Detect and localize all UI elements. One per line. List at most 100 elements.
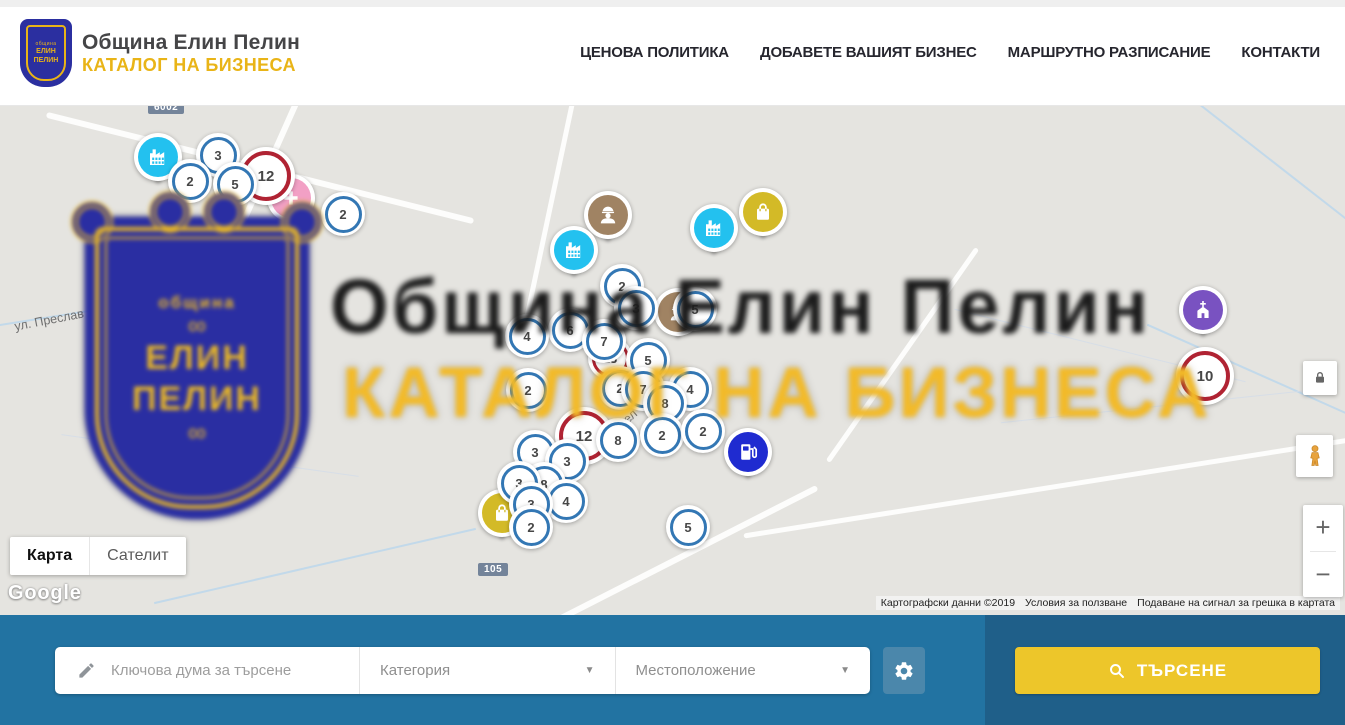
cluster-count: 3 [214, 148, 221, 163]
cluster-count: 5 [691, 302, 698, 317]
advanced-settings-button[interactable] [883, 647, 925, 694]
cluster-count: 5 [644, 353, 651, 368]
map-cluster-marker[interactable]: 2 [168, 159, 212, 203]
search-button-label: ТЪРСЕНЕ [1137, 661, 1227, 681]
map-cluster-marker[interactable]: 2 [640, 413, 684, 457]
cluster-count: 8 [614, 433, 621, 448]
map-cluster-marker[interactable]: 5 [673, 287, 717, 331]
chevron-down-icon: ▼ [585, 665, 595, 676]
pin-head [724, 428, 772, 476]
map-cluster-marker[interactable]: 8 [596, 418, 640, 462]
map-type-tabs: Карта Сателит [10, 537, 186, 575]
nav-add-business[interactable]: ДОБАВЕТЕ ВАШИЯТ БИЗНЕС [760, 44, 977, 61]
nav-contacts[interactable]: КОНТАКТИ [1241, 44, 1320, 61]
nav-pricing[interactable]: ЦЕНОВА ПОЛИТИКА [580, 44, 729, 61]
map-stream [154, 528, 476, 604]
map-cluster-marker[interactable]: 10 [1176, 347, 1234, 405]
street-label: ул. Преслав [13, 306, 85, 333]
map-canvas[interactable]: 6002 ул. Преслав бул. „Новосел 105 61372… [0, 105, 1345, 615]
pin-head [550, 226, 598, 274]
chevron-down-icon: ▼ [840, 665, 850, 676]
map-stream [1113, 105, 1345, 235]
map-cluster-marker[interactable]: 5 [213, 162, 257, 206]
location-select-label: Местоположение [636, 662, 756, 679]
lock-button[interactable] [1303, 361, 1337, 395]
site-subtitle: КАТАЛОГ НА БИЗНЕСА [82, 55, 300, 76]
road-shield: 105 [478, 563, 508, 576]
crest-top-text: община [35, 41, 56, 47]
cluster-count: 7 [600, 334, 607, 349]
category-select[interactable]: Категория ▼ [360, 647, 616, 694]
watermark-ornament: ∞ [188, 315, 207, 336]
cluster-count: 10 [1197, 368, 1214, 385]
tab-map[interactable]: Карта [10, 537, 89, 575]
pencil-icon [77, 661, 96, 680]
watermark-crest: община ∞ ЕЛИН ПЕЛИН ∞ [85, 217, 309, 519]
watermark-crest-name: ЕЛИН ПЕЛИН [132, 338, 262, 420]
factory-icon [694, 208, 734, 248]
map-road [826, 247, 979, 463]
map-cluster-marker[interactable]: 2 [509, 505, 553, 549]
map-cluster-marker[interactable]: 2 [321, 192, 365, 236]
pegman-button[interactable] [1296, 435, 1333, 477]
crest-name-text: ЕЛИН ПЕЛИН [34, 48, 59, 64]
lock-icon [1312, 370, 1328, 386]
search-icon [1108, 662, 1126, 680]
factory-icon [554, 230, 594, 270]
map-cluster-marker[interactable]: 3 [614, 286, 658, 330]
map-cluster-marker[interactable]: 7 [582, 319, 626, 363]
keyword-field-wrap [55, 647, 360, 694]
cluster-count: 4 [686, 382, 693, 397]
header: община ЕЛИН ПЕЛИН Община Елин Пелин КАТА… [0, 0, 1345, 106]
watermark-subtitle: КАТАЛОГ НА БИЗНЕСА [342, 353, 1211, 434]
zoom-in-button[interactable]: + [1303, 505, 1343, 551]
pin-head [739, 188, 787, 236]
pegman-icon [1303, 441, 1327, 471]
keyword-search-input[interactable] [109, 661, 348, 680]
zoom-out-button[interactable]: − [1303, 552, 1343, 598]
map-cluster-marker[interactable]: 2 [506, 368, 550, 412]
map-cluster-marker[interactable]: 5 [666, 505, 710, 549]
zoom-control: + − [1303, 505, 1343, 597]
attribution-data: Картографски данни ©2019 [876, 596, 1020, 610]
cluster-count: 3 [563, 454, 570, 469]
map-pin-bag[interactable] [739, 188, 787, 236]
site-title: Община Елин Пелин [82, 31, 300, 55]
report-error-link[interactable]: Подаване на сигнал за грешка в картата [1132, 596, 1340, 610]
cluster-count: 2 [699, 424, 706, 439]
site-logo[interactable]: община ЕЛИН ПЕЛИН Община Елин Пелин КАТА… [22, 21, 300, 85]
map-attribution: Картографски данни ©2019 Условия за полз… [876, 596, 1340, 610]
cluster-count: 2 [527, 520, 534, 535]
map-pin-church[interactable] [1179, 286, 1227, 334]
location-select[interactable]: Местоположение ▼ [616, 647, 871, 694]
church-icon [1183, 290, 1223, 330]
map-cluster-marker[interactable]: 4 [505, 314, 549, 358]
filter-bar: Категория ▼ Местоположение ▼ [55, 647, 870, 694]
fuel-icon [728, 432, 768, 472]
watermark-title: Община Елин Пелин [330, 263, 1151, 352]
cluster-count: 2 [524, 383, 531, 398]
search-panel: Категория ▼ Местоположение ▼ ТЪРСЕНЕ [0, 615, 1345, 725]
map-parcel-line [61, 434, 358, 477]
search-button[interactable]: ТЪРСЕНЕ [1015, 647, 1320, 694]
terms-link[interactable]: Условия за ползване [1020, 596, 1132, 610]
pin-head [1179, 286, 1227, 334]
pin-head [690, 204, 738, 252]
map-pin-factory[interactable] [690, 204, 738, 252]
nav-route-schedule[interactable]: МАРШРУТНО РАЗПИСАНИЕ [1008, 44, 1211, 61]
cluster-count: 2 [186, 174, 193, 189]
cluster-count: 3 [531, 445, 538, 460]
cluster-count: 5 [684, 520, 691, 535]
main-nav: ЦЕНОВА ПОЛИТИКА ДОБАВЕТЕ ВАШИЯТ БИЗНЕС М… [580, 0, 1320, 105]
watermark-ornament: ∞ [188, 422, 207, 443]
tab-satellite[interactable]: Сателит [89, 537, 185, 575]
map-pin-fuel[interactable] [724, 428, 772, 476]
map-cluster-marker[interactable]: 2 [681, 409, 725, 453]
cluster-count: 8 [661, 396, 668, 411]
cluster-count: 4 [562, 494, 569, 509]
bag-icon [743, 192, 783, 232]
cluster-count: 2 [339, 207, 346, 222]
map-pin-factory[interactable] [550, 226, 598, 274]
page: 6002 ул. Преслав бул. „Новосел 105 61372… [0, 0, 1345, 725]
google-logo[interactable]: Google [8, 582, 82, 605]
